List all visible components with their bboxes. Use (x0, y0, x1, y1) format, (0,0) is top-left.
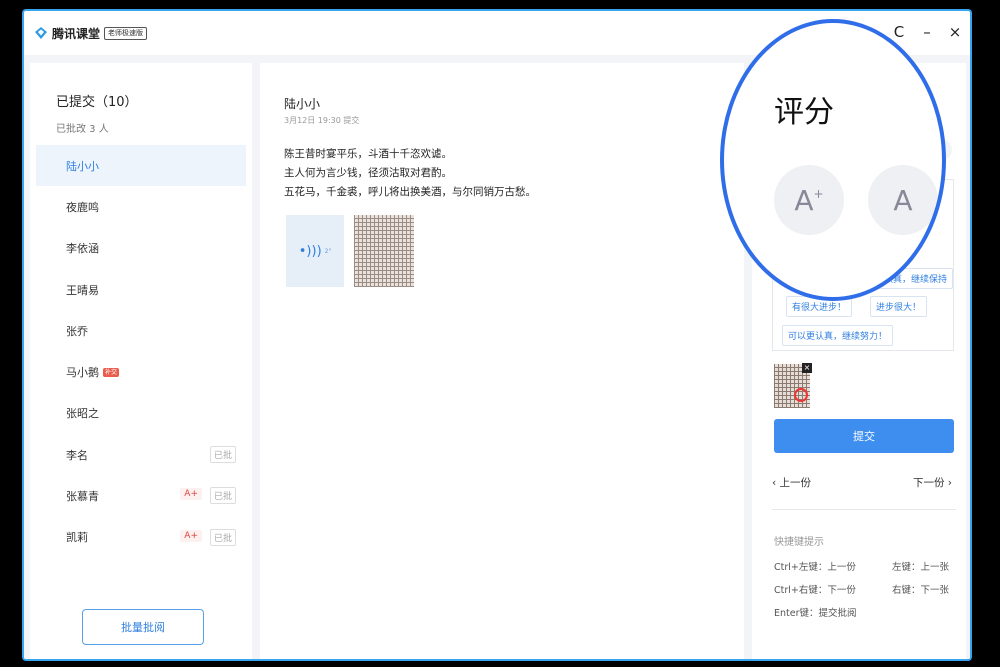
next-button[interactable]: 下一份 › (913, 475, 952, 490)
shortcut-text: 右键：下一张 (892, 585, 950, 596)
audio-attachment[interactable]: •))) 2" (286, 215, 344, 287)
student-list: 陆小小 夜鹿鸣 李依涵 王晴易 张乔 马小鹅 补交 张昭之 李名 已批 张慕青 A+ 已… (30, 145, 252, 558)
submit-button[interactable]: 提交 (774, 419, 954, 453)
student-name: 张慕青 (66, 490, 99, 504)
submitted-heading: 已提交（10） (56, 95, 138, 110)
divider (772, 509, 956, 510)
window-controls: C – × (892, 23, 962, 41)
audio-duration: 2" (324, 247, 332, 255)
student-item[interactable]: 夜鹿鸣 (36, 186, 246, 227)
student-item[interactable]: 李名 已批 (36, 434, 246, 475)
grade-title: 评分 (774, 95, 834, 130)
student-item[interactable]: 陆小小 (36, 145, 246, 187)
app-edition-badge: 老师极速版 (104, 26, 148, 40)
grade-badge: A+ (180, 529, 202, 542)
student-item[interactable]: 张慕青 A+ 已批 (36, 475, 246, 516)
student-item[interactable]: 马小鹅 补交 (36, 351, 246, 392)
grade-a-button[interactable]: A (868, 165, 938, 235)
text-line: 五花马，千金裘，呼儿将出换美酒，与尔同销万古愁。 (284, 186, 536, 198)
student-item[interactable]: 张昭之 (36, 393, 246, 434)
student-name: 张乔 (66, 324, 88, 338)
close-icon[interactable]: × (948, 23, 962, 41)
annotation-circle-icon (794, 388, 808, 402)
submission-text: 陈王昔时宴平乐，斗酒十千恣欢谑。 主人何为言少钱，径须沽取对君酌。 五花马，千金… (284, 145, 536, 202)
shortcut-text: Ctrl+右键：下一份 (774, 585, 856, 596)
minimize-icon[interactable]: – (920, 23, 934, 41)
batch-grade-button[interactable]: 批量批阅 (82, 609, 204, 645)
submission-time: 3月12日 19:30 提交 (284, 116, 360, 125)
image-attachment[interactable] (354, 215, 414, 287)
student-name: 凯莉 (66, 531, 88, 545)
student-item[interactable]: 李依涵 (36, 228, 246, 269)
graded-badge: 已批 (209, 446, 236, 464)
submission-student-name: 陆小小 (284, 97, 321, 111)
grade-badge: A+ (180, 488, 202, 501)
submission-panel: 陆小小 3月12日 19:30 提交 陈王昔时宴平乐，斗酒十千恣欢谑。 主人何为… (260, 63, 744, 659)
shortcut-title: 快捷键提示 (774, 537, 824, 548)
graded-badge: 已批 (209, 487, 236, 505)
student-name: 李依涵 (66, 242, 99, 256)
student-panel: 已提交（10） 已批改 3 人 陆小小 夜鹿鸣 李依涵 王晴易 张乔 马小鹅 补交… (30, 63, 252, 659)
quick-comment[interactable]: 可以更认真，继续努力！ (782, 325, 894, 346)
student-name: 张昭之 (66, 407, 99, 421)
grade-a-plus-button[interactable]: A + (774, 165, 844, 235)
shortcut-text: Ctrl+左键：上一份 (774, 562, 856, 573)
student-item[interactable]: 王晴易 (36, 269, 246, 310)
student-name: 王晴易 (66, 283, 99, 297)
student-name: 夜鹿鸣 (66, 200, 99, 214)
grade-zoom-callout: 评分 A + A (720, 19, 946, 301)
text-line: 陈王昔时宴平乐，斗酒十千恣欢谑。 (284, 148, 452, 160)
grade-letter: A (794, 183, 814, 217)
student-item[interactable]: 凯莉 A+ 已批 (36, 517, 246, 558)
graded-badge: 已批 (209, 528, 236, 546)
audio-wave-icon: •))) (298, 243, 322, 259)
tencent-classroom-logo-icon (35, 27, 47, 39)
previous-button[interactable]: ‹ 上一份 (772, 475, 811, 490)
shortcut-text: 左键：上一张 (892, 562, 950, 573)
app-title: 腾讯课堂 (52, 26, 101, 41)
app-window: 腾讯课堂 老师极速版 C – × 已提交（10） 已批改 3 人 陆小小 夜鹿鸣… (22, 9, 972, 661)
graded-count: 已批改 3 人 (56, 124, 109, 135)
quick-comment[interactable]: 进步很大！ (870, 296, 928, 317)
student-name: 陆小小 (66, 159, 99, 173)
shortcut-text: Enter键：提交批阅 (774, 608, 857, 619)
student-item[interactable]: 张乔 (36, 310, 246, 351)
grade-plus-mark: + (813, 187, 824, 201)
late-tag: 补交 (103, 367, 120, 377)
text-line: 主人何为言少钱，径须沽取对君酌。 (284, 167, 452, 179)
student-name: 李名 (66, 448, 88, 462)
refresh-icon[interactable]: C (892, 23, 906, 41)
remove-image-icon[interactable]: × (802, 363, 812, 373)
student-name: 马小鹅 (66, 366, 99, 380)
grade-letter: A (893, 183, 913, 217)
